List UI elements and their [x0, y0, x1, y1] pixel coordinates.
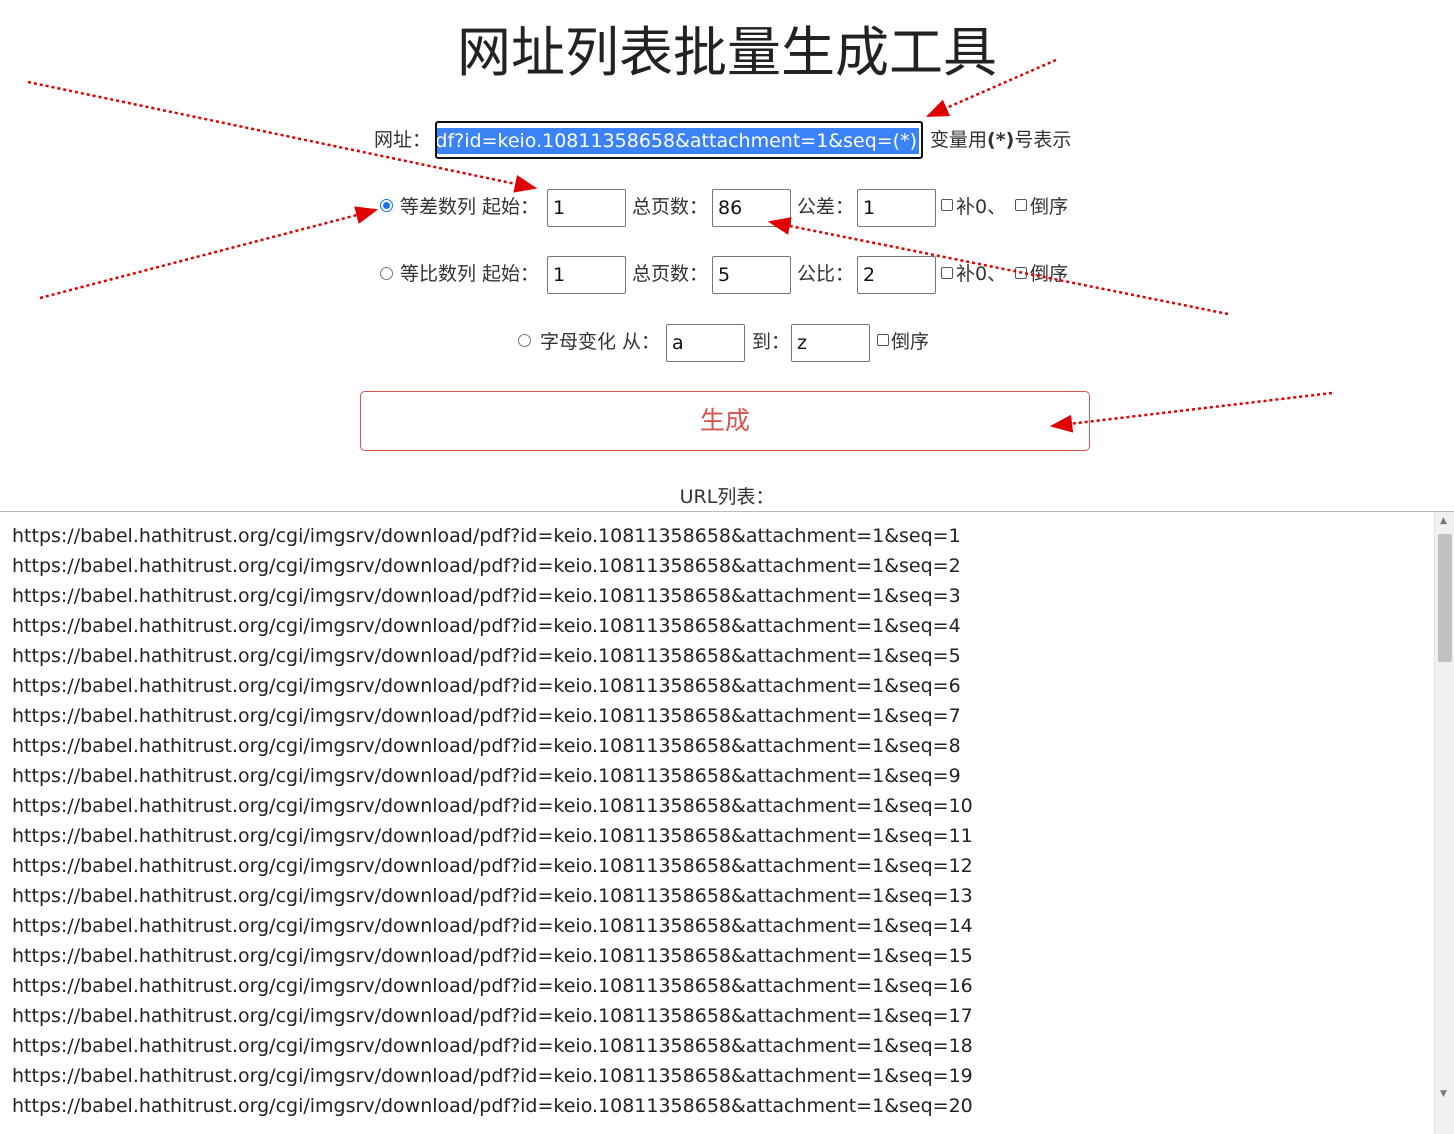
url-list-textarea[interactable]: https://babel.hathitrust.org/cgi/imgsrv/… [0, 511, 1454, 1134]
url-list-item: https://babel.hathitrust.org/cgi/imgsrv/… [12, 705, 961, 727]
arithmetic-label: 等差数列 起始： [400, 196, 540, 218]
url-list-item: https://babel.hathitrust.org/cgi/imgsrv/… [12, 585, 961, 607]
url-list-item: https://babel.hathitrust.org/cgi/imgsrv/… [12, 675, 961, 697]
url-hint: 变量用(*)号表示 [930, 121, 1071, 159]
arithmetic-total-input[interactable] [712, 189, 791, 227]
geometric-reverse-checkbox[interactable] [1015, 267, 1027, 279]
url-list: https://babel.hathitrust.org/cgi/imgsrv/… [12, 521, 973, 1121]
url-hint-suffix: 号表示 [1014, 129, 1072, 151]
url-list-item: https://babel.hathitrust.org/cgi/imgsrv/… [12, 825, 973, 847]
url-list-item: https://babel.hathitrust.org/cgi/imgsrv/… [12, 915, 973, 937]
arithmetic-reverse-checkbox[interactable] [1015, 199, 1027, 211]
url-list-item: https://babel.hathitrust.org/cgi/imgsrv/… [12, 1035, 973, 1057]
url-list-item: https://babel.hathitrust.org/cgi/imgsrv/… [12, 1005, 973, 1027]
scroll-down-icon[interactable]: ▼ [1440, 1089, 1447, 1099]
url-list-item: https://babel.hathitrust.org/cgi/imgsrv/… [12, 885, 973, 907]
url-template-value: df?id=keio.10811358658&attachment=1&seq=… [435, 128, 919, 154]
arithmetic-pad-checkbox[interactable] [941, 199, 953, 211]
arithmetic-start-input[interactable] [547, 189, 626, 227]
scrollbar-thumb[interactable] [1438, 534, 1452, 662]
url-list-item: https://babel.hathitrust.org/cgi/imgsrv/… [12, 1095, 973, 1117]
scrollbar[interactable]: ▲ ▼ [1434, 512, 1454, 1134]
letters-reverse-checkbox[interactable] [877, 334, 889, 346]
url-list-item: https://babel.hathitrust.org/cgi/imgsrv/… [12, 645, 961, 667]
url-list-item: https://babel.hathitrust.org/cgi/imgsrv/… [12, 735, 961, 757]
geometric-pad-checkbox[interactable] [941, 267, 953, 279]
letters-from-input[interactable] [666, 324, 745, 362]
geometric-ratio-input[interactable] [857, 256, 936, 294]
url-list-item: https://babel.hathitrust.org/cgi/imgsrv/… [12, 525, 961, 547]
url-hint-star: (*) [987, 129, 1015, 151]
annotation-arrow-radio [39, 206, 379, 300]
url-list-item: https://babel.hathitrust.org/cgi/imgsrv/… [12, 795, 973, 817]
url-list-item: https://babel.hathitrust.org/cgi/imgsrv/… [12, 945, 973, 967]
arithmetic-step-input[interactable] [857, 189, 936, 227]
geometric-reverse-label: 倒序 [1030, 263, 1069, 285]
geometric-pad-label: 补0、 [956, 263, 1007, 285]
generate-button[interactable]: 生成 [360, 391, 1090, 451]
url-hint-prefix: 变量用 [930, 129, 988, 151]
arithmetic-pad-label: 补0、 [956, 196, 1007, 218]
url-label: 网址： [374, 129, 432, 151]
url-list-label: URL列表： [679, 486, 775, 508]
url-list-item: https://babel.hathitrust.org/cgi/imgsrv/… [12, 765, 961, 787]
arithmetic-step-label: 公差： [797, 196, 855, 218]
geometric-total-input[interactable] [712, 256, 791, 294]
arithmetic-reverse-label: 倒序 [1030, 196, 1069, 218]
letters-reverse-label: 倒序 [891, 331, 930, 353]
url-list-item: https://babel.hathitrust.org/cgi/imgsrv/… [12, 975, 973, 997]
letters-to-label: 到： [752, 331, 791, 353]
geometric-ratio-label: 公比： [797, 263, 855, 285]
url-list-item: https://babel.hathitrust.org/cgi/imgsrv/… [12, 555, 961, 577]
scroll-up-icon[interactable]: ▲ [1440, 516, 1447, 526]
page-title: 网址列表批量生成工具 [457, 21, 997, 84]
letters-radio[interactable] [518, 334, 531, 347]
letters-label: 字母变化 从： [540, 331, 661, 353]
url-list-item: https://babel.hathitrust.org/cgi/imgsrv/… [12, 1065, 973, 1087]
geometric-start-input[interactable] [547, 256, 626, 294]
arithmetic-radio[interactable] [380, 199, 393, 212]
letters-to-input[interactable] [791, 324, 870, 362]
geometric-label: 等比数列 起始： [400, 263, 540, 285]
geometric-total-label: 总页数： [632, 263, 709, 285]
arithmetic-total-label: 总页数： [632, 196, 709, 218]
url-list-item: https://babel.hathitrust.org/cgi/imgsrv/… [12, 615, 961, 637]
geometric-radio[interactable] [380, 267, 393, 280]
annotation-arrow-generate [1049, 391, 1333, 433]
url-list-item: https://babel.hathitrust.org/cgi/imgsrv/… [12, 855, 973, 877]
url-template-input[interactable]: df?id=keio.10811358658&attachment=1&seq=… [435, 121, 923, 159]
